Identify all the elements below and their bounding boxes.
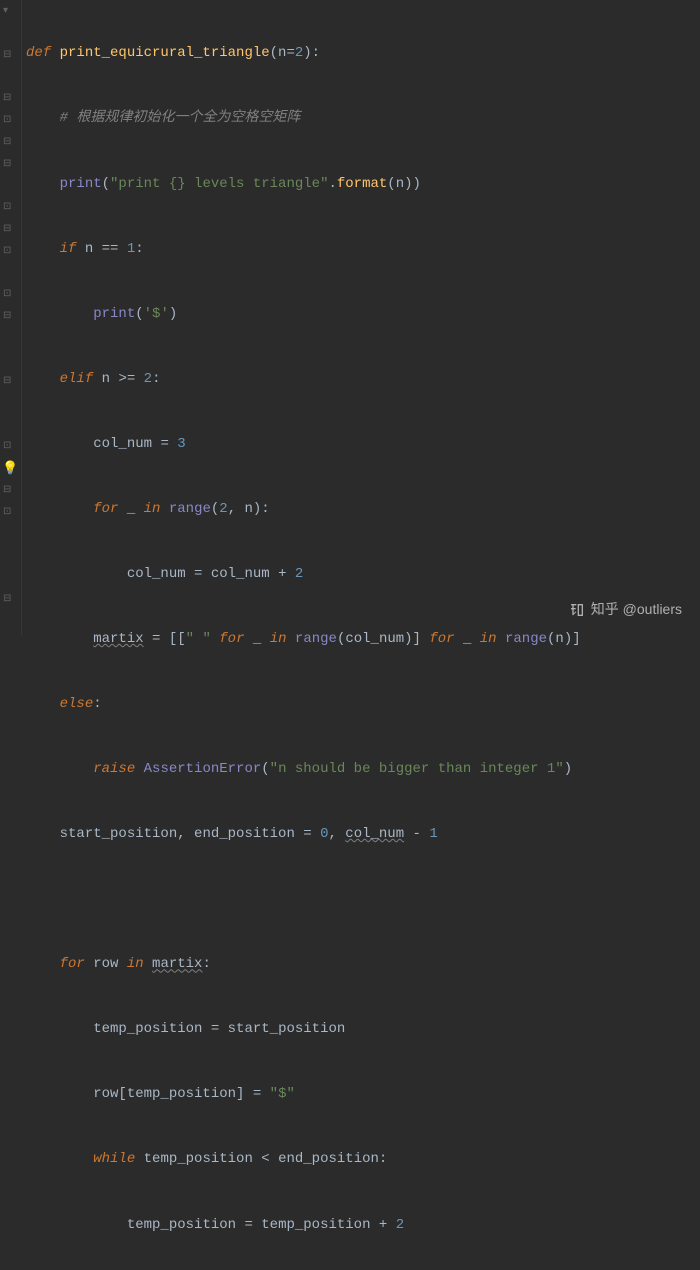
fold-icon[interactable]: ⊟: [3, 483, 11, 499]
code-line: if n == 1:: [26, 239, 700, 261]
code-line: col_num = col_num + 2: [26, 564, 700, 586]
bulb-icon[interactable]: 💡: [2, 459, 18, 479]
code-line: for _ in range(2, n):: [26, 499, 700, 521]
fold-icon[interactable]: ⊡: [3, 439, 11, 455]
code-line: start_position, end_position = 0, col_nu…: [26, 824, 700, 846]
fold-icon[interactable]: ⊟: [3, 91, 11, 107]
code-line: col_num = 3: [26, 434, 700, 456]
gutter: ▾ ⊟ ⊟ ⊡ ⊟ ⊟ ⊡ ⊟ ⊡ ⊡ ⊟ ⊟ ⊡ 💡 ⊟ ⊡ ⊟: [0, 0, 22, 635]
code-line: temp_position = start_position: [26, 1019, 700, 1041]
zhihu-icon: [569, 602, 585, 618]
fold-icon[interactable]: ⊟: [3, 592, 11, 608]
fold-icon[interactable]: ⊡: [3, 505, 11, 521]
code-line: raise AssertionError("n should be bigger…: [26, 759, 700, 781]
fold-icon[interactable]: ⊟: [3, 157, 11, 173]
code-line: while temp_position < end_position:: [26, 1149, 700, 1171]
fold-icon[interactable]: ⊡: [3, 287, 11, 303]
code-line: print("print {} levels triangle".format(…: [26, 174, 700, 196]
code-editor[interactable]: ▾ ⊟ ⊟ ⊡ ⊟ ⊟ ⊡ ⊟ ⊡ ⊡ ⊟ ⊟ ⊡ 💡 ⊟ ⊡ ⊟ def pr…: [0, 0, 700, 635]
fold-icon[interactable]: ⊟: [3, 48, 11, 64]
code-line: for row in martix:: [26, 954, 700, 976]
code-area[interactable]: def print_equicrural_triangle(n=2): # 根据…: [22, 0, 700, 635]
code-line: martix = [[" " for _ in range(col_num)] …: [26, 629, 700, 651]
fold-icon[interactable]: ⊡: [3, 113, 11, 129]
watermark-label: 知乎 @outliers: [591, 599, 682, 621]
code-line: else:: [26, 694, 700, 716]
code-line: row[temp_position] = "$": [26, 1084, 700, 1106]
code-line: temp_position = temp_position + 2: [26, 1215, 700, 1237]
code-line: [26, 889, 700, 911]
code-line: print('$'): [26, 304, 700, 326]
fold-icon[interactable]: ⊡: [3, 244, 11, 260]
fold-icon[interactable]: ⊟: [3, 374, 11, 390]
fold-icon[interactable]: ⊟: [3, 222, 11, 238]
fold-icon[interactable]: ⊟: [3, 309, 11, 325]
code-line: def print_equicrural_triangle(n=2):: [26, 43, 700, 65]
code-line: elif n >= 2:: [26, 369, 700, 391]
fold-icon[interactable]: ▾: [3, 4, 8, 20]
code-line: # 根据规律初始化一个全为空格空矩阵: [26, 108, 700, 130]
fold-icon[interactable]: ⊟: [3, 135, 11, 151]
watermark: 知乎 @outliers: [569, 599, 682, 621]
fold-icon[interactable]: ⊡: [3, 200, 11, 216]
